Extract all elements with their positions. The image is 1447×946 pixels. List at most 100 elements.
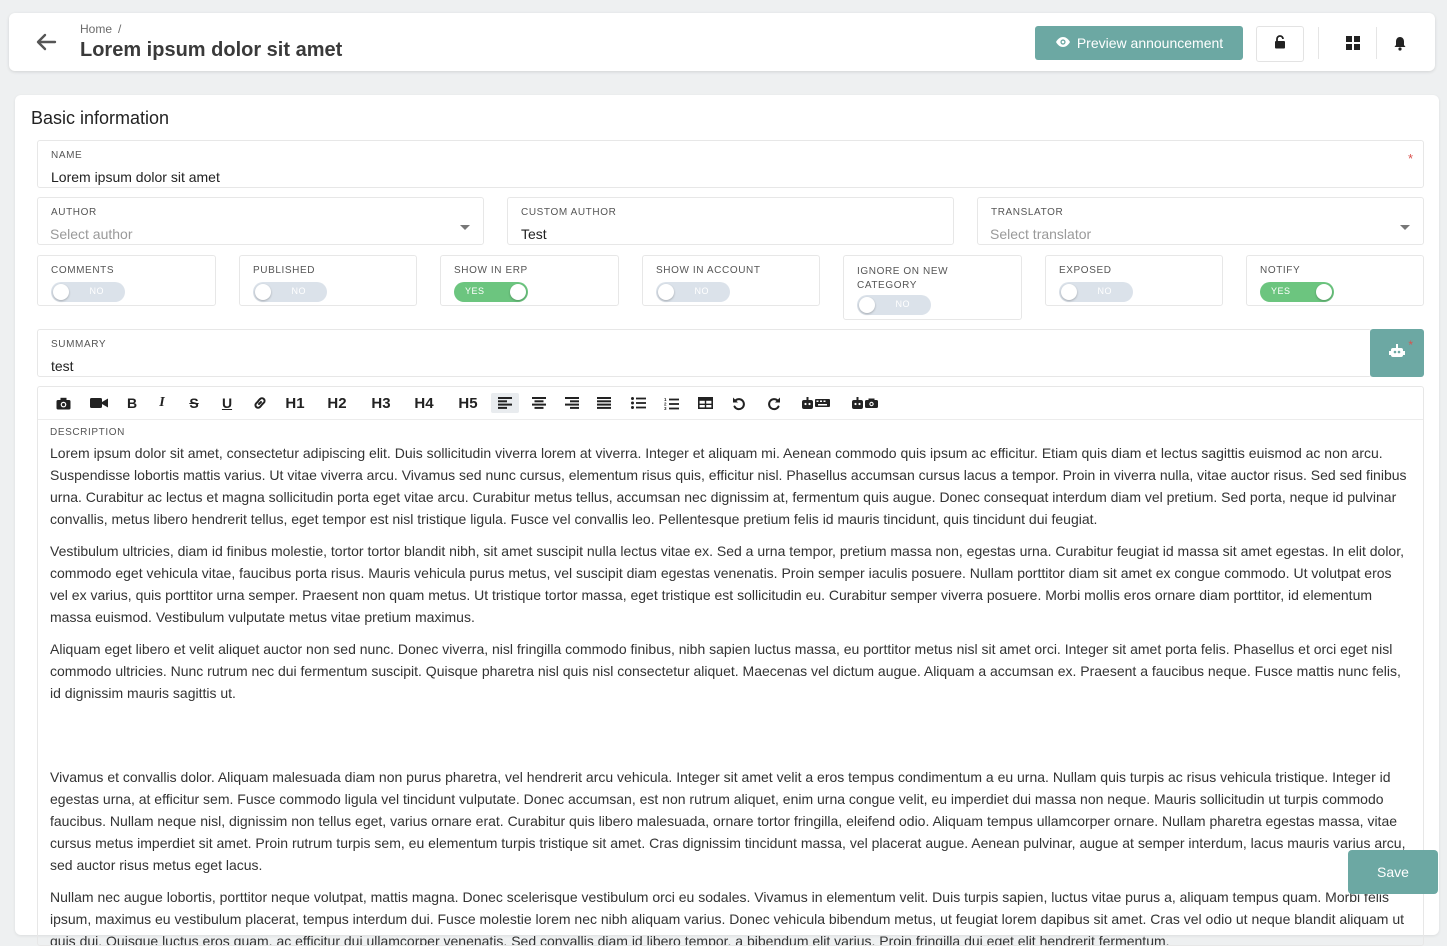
table-icon[interactable]: [694, 393, 716, 413]
toggle-label: EXPOSED: [1059, 265, 1112, 276]
bullet-list-icon[interactable]: [627, 393, 649, 413]
header-divider: [1376, 27, 1377, 59]
heading-5-button[interactable]: H5: [457, 393, 479, 413]
preview-announcement-label: Preview announcement: [1076, 35, 1224, 51]
save-button[interactable]: Save: [1348, 850, 1438, 894]
switch-state: NO: [895, 299, 910, 309]
bold-button[interactable]: B: [121, 393, 143, 413]
header-divider: [1318, 27, 1319, 59]
exposed-switch[interactable]: NO: [1059, 282, 1133, 302]
lock-button[interactable]: [1256, 26, 1304, 62]
toggle-exposed: EXPOSED NO: [1045, 255, 1223, 306]
toggle-label: SHOW IN ERP: [454, 265, 528, 276]
description-paragraph: Aliquam eget libero et velit aliquet auc…: [50, 641, 1401, 701]
page-title: Lorem ipsum dolor sit amet: [80, 39, 343, 61]
breadcrumb: Home /: [80, 22, 121, 36]
toggle-label: IGNORE ON NEW CATEGORY: [857, 266, 949, 291]
summary-field[interactable]: SUMMARY test: [37, 329, 1372, 377]
author-select[interactable]: AUTHOR Select author: [37, 197, 484, 245]
description-paragraph: Lorem ipsum dolor sit amet, consectetur …: [50, 445, 1407, 527]
translator-placeholder: Select translator: [990, 226, 1092, 242]
translator-select[interactable]: TRANSLATOR Select translator: [977, 197, 1424, 245]
eye-icon: [1055, 35, 1071, 51]
description-content[interactable]: Lorem ipsum dolor sit amet, consectetur …: [50, 442, 1412, 946]
show-in-account-switch[interactable]: NO: [656, 282, 730, 302]
toggle-notify: NOTIFY YES: [1246, 255, 1424, 306]
align-left-icon[interactable]: [491, 393, 519, 413]
underline-button[interactable]: U: [216, 393, 238, 413]
custom-author-field[interactable]: CUSTOM AUTHOR Test: [507, 197, 954, 245]
heading-2-button[interactable]: H2: [326, 393, 348, 413]
lock-icon: [1274, 34, 1286, 54]
summary-value: test: [51, 358, 74, 374]
chevron-down-icon: [1400, 225, 1410, 230]
required-marker: *: [1407, 151, 1413, 166]
summary-label: SUMMARY: [51, 339, 107, 350]
custom-author-value: Test: [521, 226, 547, 242]
numbered-list-icon[interactable]: 123: [660, 393, 682, 413]
section-title: Basic information: [31, 108, 170, 128]
show-in-erp-switch[interactable]: YES: [454, 282, 528, 302]
required-marker: *: [1408, 338, 1413, 352]
editor-toolbar: B I S U H1 H2 H3 H4 H5 123: [38, 387, 1423, 420]
name-label: NAME: [51, 150, 83, 161]
toggle-label: COMMENTS: [51, 265, 115, 276]
toggle-ignore-on-new-category: IGNORE ON NEW CATEGORY NO: [843, 255, 1022, 320]
heading-3-button[interactable]: H3: [370, 393, 392, 413]
ignore-on-new-category-switch[interactable]: NO: [857, 295, 931, 315]
published-switch[interactable]: NO: [253, 282, 327, 302]
video-icon[interactable]: [88, 393, 110, 413]
robot-icon: [1388, 343, 1406, 364]
toggle-label: SHOW IN ACCOUNT: [656, 265, 761, 276]
ai-camera-icon[interactable]: [850, 393, 880, 413]
breadcrumb-home[interactable]: Home: [80, 22, 112, 36]
translator-label: TRANSLATOR: [991, 207, 1064, 218]
toggle-show-in-account: SHOW IN ACCOUNT NO: [642, 255, 820, 306]
description-paragraph: Vivamus et convallis dolor. Aliquam male…: [50, 769, 1406, 873]
author-label: AUTHOR: [51, 207, 97, 218]
switch-state: YES: [1271, 286, 1291, 296]
preview-announcement-button[interactable]: Preview announcement: [1035, 26, 1243, 60]
description-editor: B I S U H1 H2 H3 H4 H5 123 DESCRIPTION L…: [37, 386, 1424, 946]
switch-state: NO: [694, 286, 709, 296]
breadcrumb-separator: /: [118, 22, 122, 36]
switch-state: NO: [1097, 286, 1112, 296]
toggle-label: NOTIFY: [1260, 265, 1301, 276]
align-right-icon[interactable]: [561, 393, 583, 413]
toggle-published: PUBLISHED NO: [239, 255, 417, 306]
custom-author-label: CUSTOM AUTHOR: [521, 207, 617, 218]
undo-icon[interactable]: [728, 393, 750, 413]
top-bar: Home / Lorem ipsum dolor sit amet Preview…: [9, 13, 1435, 71]
description-paragraph: Vestibulum ultricies, diam id finibus mo…: [50, 543, 1404, 625]
ai-keyboard-icon[interactable]: [800, 393, 832, 413]
toggle-show-in-erp: SHOW IN ERP YES: [440, 255, 619, 306]
heading-1-button[interactable]: H1: [284, 393, 306, 413]
align-justify-icon[interactable]: [593, 393, 615, 413]
switch-state: NO: [89, 286, 104, 296]
description-empty-paragraph: [50, 714, 1412, 756]
switch-state: YES: [465, 286, 485, 296]
name-field[interactable]: NAME Lorem ipsum dolor sit amet *: [37, 140, 1424, 188]
chevron-down-icon: [460, 225, 470, 230]
name-value: Lorem ipsum dolor sit amet: [51, 169, 220, 185]
italic-button[interactable]: I: [151, 393, 173, 413]
toggle-label: PUBLISHED: [253, 265, 316, 276]
camera-icon[interactable]: [52, 393, 74, 413]
link-icon[interactable]: [249, 393, 271, 413]
redo-icon[interactable]: [762, 393, 784, 413]
svg-text:3: 3: [664, 406, 667, 410]
align-center-icon[interactable]: [528, 393, 550, 413]
grid-icon[interactable]: [1345, 35, 1361, 51]
strikethrough-button[interactable]: S: [183, 393, 205, 413]
comments-switch[interactable]: NO: [51, 282, 125, 302]
arrow-left-icon[interactable]: [35, 32, 57, 52]
description-label: DESCRIPTION: [50, 427, 125, 438]
toggle-comments: COMMENTS NO: [37, 255, 216, 306]
basic-information-card: Basic information NAME Lorem ipsum dolor…: [15, 95, 1439, 946]
switch-state: NO: [291, 286, 306, 296]
notify-switch[interactable]: YES: [1260, 282, 1334, 302]
bell-icon[interactable]: [1392, 35, 1408, 51]
description-paragraph: Nullam nec augue lobortis, porttitor neq…: [50, 889, 1405, 946]
heading-4-button[interactable]: H4: [413, 393, 435, 413]
ai-generate-button[interactable]: *: [1370, 329, 1424, 377]
